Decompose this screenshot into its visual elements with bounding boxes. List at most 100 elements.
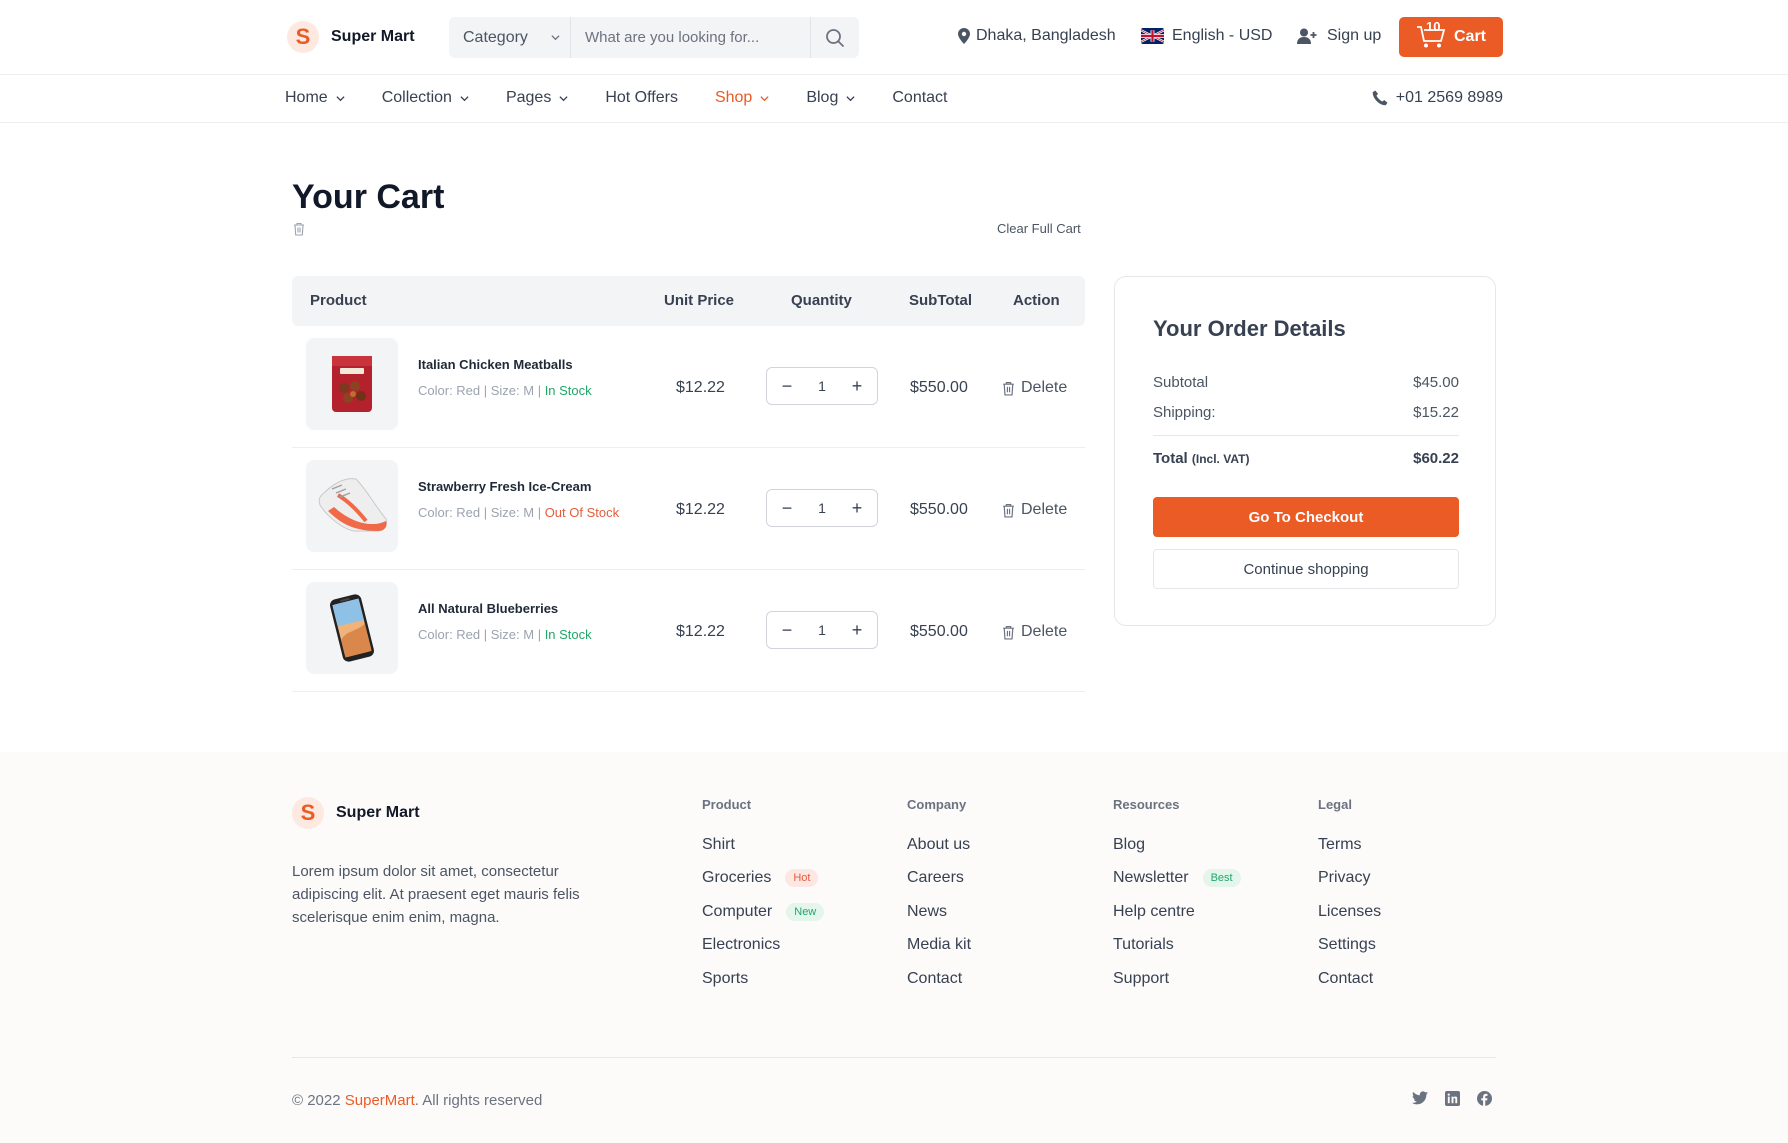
increase-quantity-button[interactable]: +: [849, 376, 865, 397]
cart-button[interactable]: 10 Cart: [1399, 17, 1503, 57]
twitter-icon[interactable]: [1412, 1091, 1428, 1105]
quantity-value[interactable]: 1: [818, 378, 826, 394]
footer-link[interactable]: Media kit: [907, 929, 971, 963]
footer-link-label: Newsletter: [1113, 869, 1189, 887]
product-meta: Color: Red | Size: M | In Stock: [418, 627, 592, 642]
nav-item-collection[interactable]: Collection: [382, 89, 469, 107]
footer-link[interactable]: Contact: [1318, 962, 1381, 996]
footer-link[interactable]: News: [907, 895, 971, 929]
linkedin-icon[interactable]: [1445, 1091, 1460, 1106]
facebook-icon[interactable]: [1477, 1091, 1492, 1106]
copyright-suffix: . All rights reserved: [414, 1092, 543, 1109]
product-thumbnail[interactable]: [306, 582, 398, 674]
top-header: S Super Mart Category Dhaka, Bangladesh …: [0, 0, 1788, 75]
footer-link[interactable]: Electronics: [702, 929, 824, 963]
decrease-quantity-button[interactable]: −: [779, 376, 795, 397]
category-select[interactable]: Category: [449, 17, 571, 58]
column-header: Unit Price: [664, 292, 735, 309]
nav-item-label: Home: [285, 89, 328, 106]
quantity-value[interactable]: 1: [818, 500, 826, 516]
footer-link[interactable]: Licenses: [1318, 895, 1381, 929]
footer-link[interactable]: Newsletter Best: [1113, 862, 1241, 896]
nav-item-label: Hot Offers: [605, 89, 678, 106]
footer-link[interactable]: Contact: [907, 962, 971, 996]
product-attributes: Color: Red | Size: M |: [418, 505, 545, 520]
footer-link[interactable]: Tutorials: [1113, 929, 1241, 963]
location-text: Dhaka, Bangladesh: [976, 27, 1116, 44]
footer-link-badge: Hot: [785, 869, 819, 888]
nav-item-shop[interactable]: Shop: [715, 89, 769, 107]
location-selector[interactable]: Dhaka, Bangladesh: [958, 27, 1116, 45]
trash-icon: [1003, 381, 1014, 396]
footer-link-label: Settings: [1318, 936, 1376, 954]
product-name[interactable]: Italian Chicken Meatballs: [418, 357, 573, 372]
continue-shopping-button[interactable]: Continue shopping: [1153, 549, 1459, 589]
footer-link-label: Contact: [1318, 969, 1374, 987]
language-currency-selector[interactable]: English - USD: [1141, 27, 1272, 45]
delete-label: Delete: [1021, 379, 1068, 396]
total-value: $60.22: [1413, 450, 1459, 467]
footer-link[interactable]: Sports: [702, 962, 824, 996]
nav-item-hot-offers[interactable]: Hot Offers: [605, 89, 678, 107]
quantity-stepper: − 1 +: [766, 367, 878, 405]
footer-logo[interactable]: S Super Mart: [292, 797, 420, 829]
footer-link[interactable]: Blog: [1113, 828, 1241, 862]
footer-column-legal: Legal Terms Privacy Licenses Settings Contact: [1318, 797, 1381, 996]
column-header: Quantity: [791, 292, 852, 309]
increase-quantity-button[interactable]: +: [849, 498, 865, 519]
total-vat-note: (Incl. VAT): [1191, 452, 1250, 466]
trash-icon[interactable]: [293, 222, 305, 236]
footer-link[interactable]: Groceries Hot: [702, 862, 824, 896]
footer-link[interactable]: About us: [907, 828, 971, 862]
nav-item-home[interactable]: Home: [285, 89, 345, 107]
signup-link[interactable]: Sign up: [1297, 27, 1381, 45]
footer-link[interactable]: Privacy: [1318, 862, 1381, 896]
logo-text: Super Mart: [331, 28, 415, 45]
clear-cart-link[interactable]: Clear Full Cart: [997, 221, 1081, 236]
quantity-value[interactable]: 1: [818, 622, 826, 638]
product-name[interactable]: Strawberry Fresh Ice-Cream: [418, 479, 591, 494]
product-meta: Color: Red | Size: M | Out Of Stock: [418, 505, 619, 520]
stock-status: In Stock: [544, 383, 592, 398]
total-row: Total (Incl. VAT) $60.22: [1153, 450, 1459, 467]
nav-item-blog[interactable]: Blog: [806, 89, 855, 107]
copyright-brand-link[interactable]: SuperMart: [345, 1092, 415, 1109]
footer-link-label: Blog: [1113, 835, 1146, 853]
footer-link[interactable]: Settings: [1318, 929, 1381, 963]
checkout-button[interactable]: Go To Checkout: [1153, 497, 1459, 537]
footer-link[interactable]: Help centre: [1113, 895, 1241, 929]
increase-quantity-button[interactable]: +: [849, 620, 865, 641]
phone-contact[interactable]: +01 2569 8989: [1372, 89, 1503, 107]
footer-description: Lorem ipsum dolor sit amet, consectetur …: [292, 863, 580, 926]
footer-column-title: Legal: [1318, 797, 1352, 812]
site-logo[interactable]: S Super Mart: [287, 21, 415, 53]
nav-item-label: Contact: [892, 89, 948, 106]
nav-item-contact[interactable]: Contact: [892, 89, 947, 107]
footer-link-label: Careers: [907, 869, 964, 887]
footer-link[interactable]: Terms: [1318, 828, 1381, 862]
product-thumbnail[interactable]: [306, 460, 398, 552]
delete-label: Delete: [1021, 501, 1068, 518]
chevron-down-icon: [336, 95, 345, 101]
footer-link[interactable]: Careers: [907, 862, 971, 896]
delete-button[interactable]: Delete: [1002, 623, 1067, 641]
footer-link[interactable]: Computer New: [702, 895, 825, 929]
decrease-quantity-button[interactable]: −: [779, 620, 795, 641]
product-name[interactable]: All Natural Blueberries: [418, 601, 558, 616]
footer-link-label: Privacy: [1318, 869, 1371, 887]
footer-link[interactable]: Shirt: [702, 828, 824, 862]
delete-button[interactable]: Delete: [1002, 501, 1067, 519]
product-thumbnail[interactable]: [306, 338, 398, 430]
quantity-stepper: − 1 +: [766, 489, 878, 527]
uk-flag-icon: [1141, 28, 1164, 44]
search-button[interactable]: [810, 17, 859, 58]
footer-link[interactable]: Support: [1113, 962, 1241, 996]
delete-button[interactable]: Delete: [1002, 379, 1067, 397]
nav-item-pages[interactable]: Pages: [506, 89, 568, 107]
order-title: Your Order Details: [1153, 316, 1346, 341]
decrease-quantity-button[interactable]: −: [779, 498, 795, 519]
shipping-row: Shipping: $15.22: [1153, 404, 1459, 421]
search-input[interactable]: [571, 17, 810, 58]
logo-text: Super Mart: [336, 804, 420, 821]
cart-row: All Natural Blueberries Color: Red | Size…: [292, 570, 1085, 692]
